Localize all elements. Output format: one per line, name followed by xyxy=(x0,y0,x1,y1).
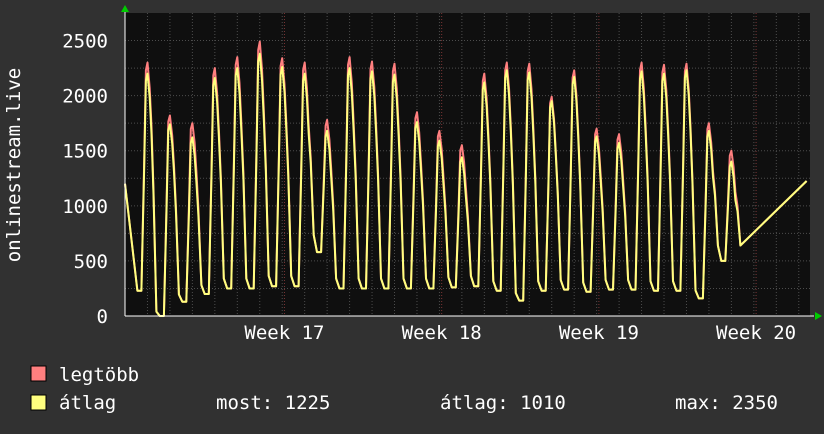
legend-swatch-avg xyxy=(30,394,47,411)
x-tick-label: Week 19 xyxy=(559,322,639,344)
y-tick-label: 1000 xyxy=(62,196,108,218)
y-tick-label: 500 xyxy=(74,251,108,273)
y-tick-label: 2000 xyxy=(62,86,108,108)
legend-label-max: legtöbb xyxy=(59,364,139,386)
y-tick-labels: 0 500 1000 1500 2000 2500 xyxy=(62,31,108,328)
x-tick-label: Week 17 xyxy=(244,322,324,344)
y-tick-label: 0 xyxy=(97,306,108,328)
line-chart: 05001000150020002500 Week 17 Week 18 Week … xyxy=(3,5,822,414)
y-axis-arrow-icon xyxy=(121,5,129,12)
stat-max: max: 2350 xyxy=(675,392,778,414)
x-tick-labels: Week 17 Week 18 Week 19 Week 20 xyxy=(244,322,796,344)
y-tick-label: 1500 xyxy=(62,141,108,163)
x-axis-arrow-icon xyxy=(815,312,822,320)
legend: legtöbb átlag most: 1225 átlag: 1010 max… xyxy=(30,364,778,414)
stat-average: átlag: 1010 xyxy=(440,392,566,414)
stat-current: most: 1225 xyxy=(216,392,330,414)
x-tick-label: Week 20 xyxy=(716,322,796,344)
y-tick-label: 2500 xyxy=(62,31,108,53)
x-tick-label: Week 18 xyxy=(402,322,482,344)
legend-label-avg: átlag xyxy=(59,392,116,414)
y-axis-label: onlinestream.live xyxy=(3,68,25,262)
chart-panel: 0 500 1000 1500 2000 2500 Week 17 Week 18 Week … xyxy=(0,0,824,430)
legend-swatch-max xyxy=(30,365,47,382)
